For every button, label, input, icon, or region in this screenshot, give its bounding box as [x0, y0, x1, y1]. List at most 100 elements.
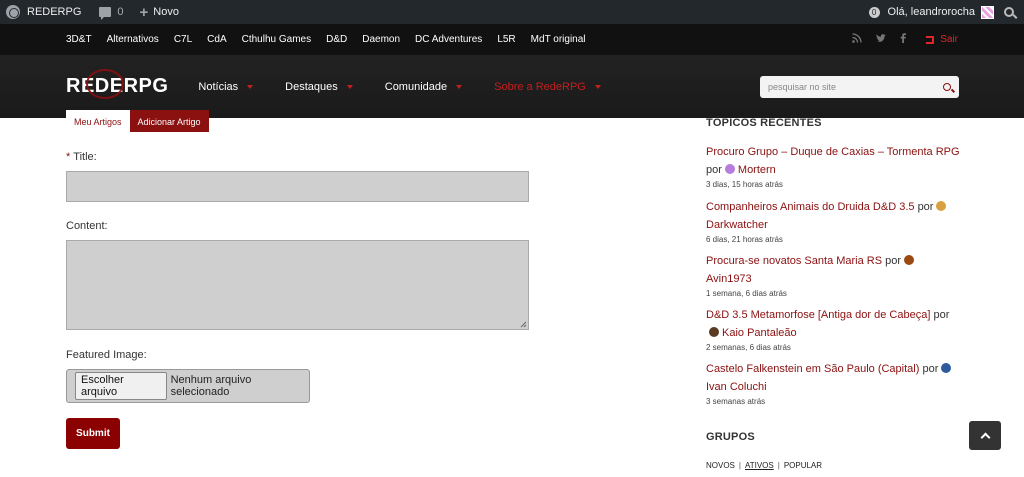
- category-link[interactable]: D&D: [326, 34, 347, 45]
- recent-topic-item: Procuro Grupo – Duque de Caxias – Tormen…: [706, 143, 961, 191]
- topic-author-link[interactable]: Avin1973: [706, 273, 752, 285]
- logout-label: Sair: [940, 34, 958, 45]
- topic-by-word: por: [933, 309, 950, 321]
- title-label: * Title:: [66, 151, 97, 163]
- choose-file-button[interactable]: Escolher arquivo: [75, 372, 167, 400]
- content-textarea[interactable]: [66, 240, 529, 330]
- avatar[interactable]: [904, 255, 915, 266]
- title-input[interactable]: [66, 171, 529, 202]
- category-link[interactable]: C7L: [174, 34, 192, 45]
- new-content-link[interactable]: + Novo: [134, 0, 185, 24]
- tab-my-articles[interactable]: Meu Artigos: [66, 110, 130, 132]
- back-to-top-button[interactable]: [969, 421, 1001, 450]
- topic-timestamp: 3 semanas atrás: [706, 397, 766, 406]
- main-nav-label: Comunidade: [384, 80, 448, 93]
- social-links: Sair: [852, 33, 958, 46]
- topic-title-link[interactable]: D&D 3.5 Metamorfose [Antiga dor de Cabeç…: [706, 309, 930, 321]
- wordpress-icon[interactable]: [6, 5, 20, 19]
- category-link[interactable]: MdT original: [531, 34, 586, 45]
- site-logo[interactable]: REDERPG: [66, 69, 168, 99]
- recent-topic-item: Procura-se novatos Santa Maria RS por Avi…: [706, 252, 961, 300]
- groups-filter-active[interactable]: ATIVOS: [745, 461, 774, 470]
- category-link[interactable]: Cthulhu Games: [242, 34, 311, 45]
- category-list: 3D&T Alternativos C7L CdA Cthulhu Games D&D Da…: [66, 34, 601, 45]
- notification-badge[interactable]: 0: [868, 6, 880, 18]
- avatar[interactable]: [709, 327, 719, 338]
- main-header: REDERPG Notícias Destaques Comunidade Sobre…: [0, 55, 1024, 118]
- topic-title-link[interactable]: Castelo Falkenstein em São Paulo (Capita…: [706, 363, 919, 375]
- chevron-up-icon: [980, 432, 990, 443]
- category-link[interactable]: Daemon: [362, 34, 400, 45]
- topic-timestamp: 6 dias, 21 horas atrás: [706, 235, 783, 244]
- avatar[interactable]: [936, 201, 947, 212]
- comments-link[interactable]: 0: [93, 0, 129, 24]
- file-status: Nenhum arquivo selecionado: [170, 374, 252, 398]
- twitter-icon[interactable]: [876, 33, 887, 46]
- groups-filter: NOVOS | ATIVOS | POPULAR: [706, 461, 822, 470]
- topic-timestamp: 3 dias, 15 horas atrás: [706, 180, 783, 189]
- main-nav-item[interactable]: Sobre a RedeRPG: [494, 81, 615, 93]
- main-nav: Notícias Destaques Comunidade Sobre a RedeR…: [198, 81, 632, 93]
- resize-handle-icon[interactable]: [520, 321, 527, 328]
- topic-by-word: por: [885, 255, 902, 267]
- logout-icon: [926, 35, 935, 44]
- featured-image-label: Featured Image:: [66, 349, 147, 361]
- recent-topic-item: D&D 3.5 Metamorfose [Antiga dor de Cabeç…: [706, 306, 961, 354]
- topic-title-link[interactable]: Procuro Grupo – Duque de Caxias – Tormen…: [706, 146, 960, 158]
- featured-image-file-input[interactable]: Escolher arquivo Nenhum arquivo selecion…: [66, 369, 310, 403]
- recent-topics-title: TÓPICOS RECENTES: [706, 117, 822, 129]
- account-greeting[interactable]: Olá, leandrorocha: [888, 6, 975, 18]
- logout-link[interactable]: Sair: [926, 34, 958, 45]
- category-link[interactable]: L5R: [497, 34, 515, 45]
- groups-filter-popular[interactable]: POPULAR: [784, 461, 822, 470]
- site-name-label[interactable]: REDERPG: [27, 6, 81, 18]
- topic-title-link[interactable]: Procura-se novatos Santa Maria RS: [706, 255, 882, 267]
- submit-button[interactable]: Submit: [66, 418, 120, 449]
- category-link[interactable]: 3D&T: [66, 34, 92, 45]
- logo-dice-ring: [86, 69, 124, 99]
- search-placeholder: pesquisar no site: [768, 82, 837, 92]
- groups-filter-new[interactable]: NOVOS: [706, 461, 735, 470]
- topic-author-link[interactable]: Ivan Coluchi: [706, 381, 767, 393]
- main-nav-item[interactable]: Notícias: [198, 81, 267, 93]
- main-nav-item[interactable]: Comunidade: [385, 81, 476, 93]
- plus-icon: +: [139, 3, 149, 21]
- category-nav: 3D&T Alternativos C7L CdA Cthulhu Games D&D Da…: [0, 24, 1024, 55]
- avatar[interactable]: [941, 363, 952, 374]
- category-link[interactable]: CdA: [207, 34, 226, 45]
- chevron-down-icon: [456, 84, 463, 89]
- site-search-input[interactable]: pesquisar no site: [760, 76, 959, 98]
- topic-title-link[interactable]: Companheiros Animais do Druida D&D 3.5: [706, 201, 915, 213]
- topic-author-link[interactable]: Kaio Pantaleão: [722, 327, 797, 339]
- site-name-link[interactable]: REDERPG: [0, 0, 87, 24]
- tab-add-article[interactable]: Adicionar Artigo: [129, 110, 209, 132]
- topic-by-word: por: [706, 164, 722, 176]
- topic-by-word: por: [922, 363, 939, 375]
- required-mark: *: [66, 151, 71, 163]
- avatar[interactable]: [981, 5, 994, 19]
- facebook-icon[interactable]: [900, 33, 907, 46]
- separator: |: [777, 461, 780, 470]
- main-nav-item[interactable]: Destaques: [285, 81, 367, 93]
- wp-admin-bar: REDERPG 0 + Novo 0 Olá, leandrorocha: [0, 0, 1024, 24]
- rss-icon[interactable]: [852, 33, 862, 46]
- main-nav-label: Sobre a RedeRPG: [494, 80, 586, 93]
- recent-topic-item: Castelo Falkenstein em São Paulo (Capita…: [706, 360, 961, 408]
- category-link[interactable]: DC Adventures: [415, 34, 482, 45]
- groups-title: GRUPOS: [706, 431, 755, 443]
- search-icon[interactable]: [1004, 7, 1014, 17]
- search-icon[interactable]: [943, 83, 951, 91]
- main-nav-label: Notícias: [198, 80, 239, 93]
- comment-icon: [99, 7, 112, 20]
- separator: |: [738, 461, 741, 470]
- article-tabs: Meu Artigos Adicionar Artigo: [66, 110, 209, 132]
- category-link[interactable]: Alternativos: [107, 34, 159, 45]
- title-label-text: Title:: [73, 151, 97, 163]
- avatar[interactable]: [724, 164, 735, 175]
- topic-author-link[interactable]: Darkwatcher: [706, 219, 768, 231]
- topic-timestamp: 2 semanas, 6 dias atrás: [706, 343, 791, 352]
- topic-by-word: por: [917, 201, 934, 213]
- main-nav-label: Destaques: [285, 80, 338, 93]
- topic-author-link[interactable]: Mortern: [738, 164, 776, 176]
- chevron-down-icon: [346, 84, 353, 89]
